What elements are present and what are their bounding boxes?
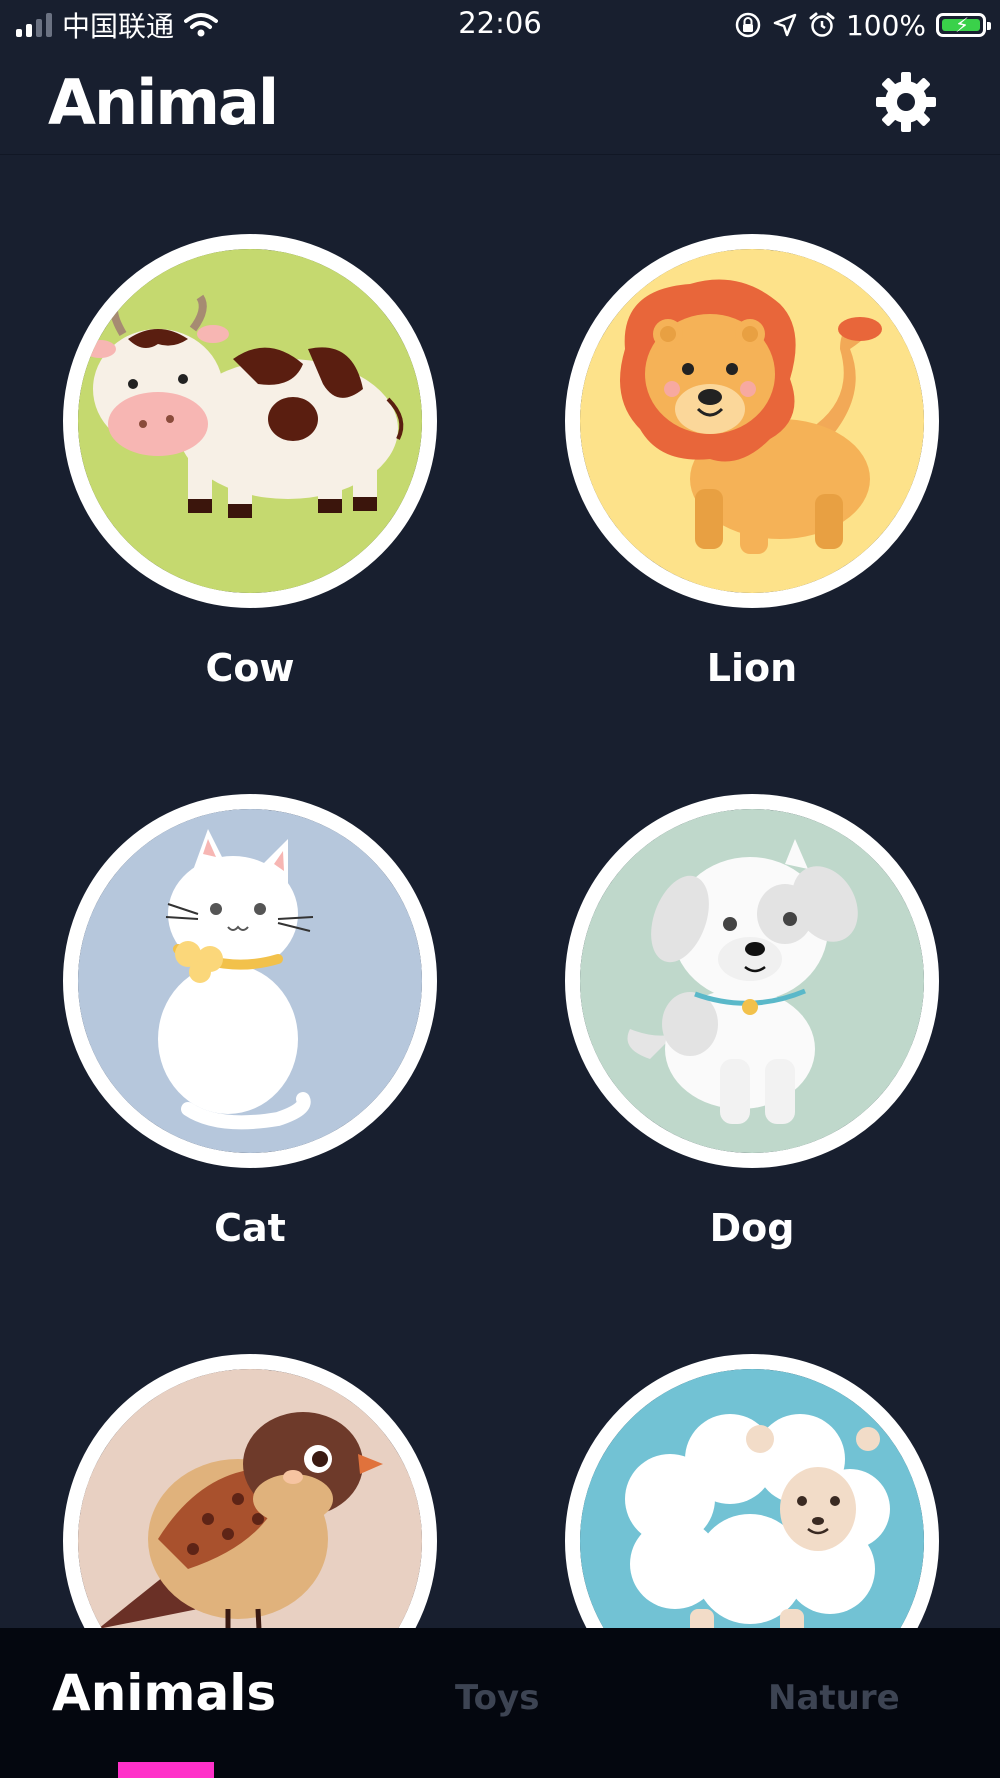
animal-circle[interactable]: [63, 234, 437, 608]
gear-icon[interactable]: [874, 70, 938, 134]
animal-grid: Cow Lion Cat Dog: [0, 154, 1000, 1628]
rotation-lock-icon: [735, 12, 761, 38]
status-bar: 中国联通 22:06 100% ⚡: [0, 0, 1000, 50]
bird-image: [78, 1369, 422, 1628]
sheep-image: [580, 1369, 924, 1628]
alarm-icon: [809, 12, 835, 37]
animal-label: Lion: [706, 646, 798, 690]
animal-card-bird[interactable]: [63, 1354, 443, 1628]
animal-circle[interactable]: [565, 1354, 939, 1628]
bottom-tab-bar: Animals Toys Nature: [0, 1628, 1000, 1778]
battery-percent: 100%: [845, 8, 926, 42]
animal-circle[interactable]: [63, 794, 437, 1168]
tab-toys[interactable]: Toys: [455, 1678, 539, 1718]
animal-circle[interactable]: [63, 1354, 437, 1628]
page-title: Animal: [48, 66, 279, 139]
animal-circle[interactable]: [565, 234, 939, 608]
tab-animals[interactable]: Animals: [52, 1664, 276, 1722]
location-icon: [773, 13, 797, 37]
app-header: Animal: [0, 50, 1000, 155]
animal-card-cat[interactable]: Cat: [63, 794, 443, 1250]
animal-card-dog[interactable]: Dog: [565, 794, 945, 1250]
animal-circle[interactable]: [565, 794, 939, 1168]
animal-card-cow[interactable]: Cow: [63, 234, 443, 690]
active-tab-indicator: [118, 1762, 214, 1778]
animal-label: Cow: [205, 646, 295, 690]
tab-nature[interactable]: Nature: [768, 1678, 900, 1718]
cow-image: [78, 249, 422, 593]
animal-card-lion[interactable]: Lion: [565, 234, 945, 690]
lion-image: [580, 249, 924, 593]
animal-card-sheep[interactable]: [565, 1354, 945, 1628]
animal-label: Dog: [709, 1206, 795, 1250]
status-right: 100% ⚡: [734, 6, 991, 44]
animal-label: Cat: [214, 1206, 286, 1250]
battery-icon: ⚡: [936, 13, 991, 37]
dog-image: [580, 809, 924, 1153]
cat-image: [78, 809, 422, 1153]
